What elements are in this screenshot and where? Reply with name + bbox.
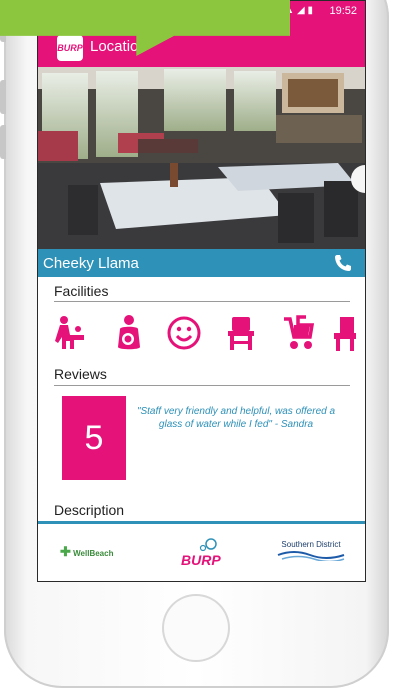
app-logo[interactable]: BURP [57, 35, 83, 61]
venue-name: Cheeky Llama [43, 255, 139, 272]
burp-footer-logo: BURP [181, 538, 221, 568]
southern-district-logo: Southern District [276, 540, 346, 561]
stroller-icon [284, 315, 314, 349]
smiley-icon [167, 316, 201, 350]
seat-icon [334, 317, 356, 351]
volume-up-button [0, 80, 6, 114]
review-score: 5 [62, 396, 126, 480]
venue-bar: Cheeky Llama [38, 249, 365, 277]
volume-down-button [0, 125, 6, 159]
wellbeach-logo-mark: ✚ [60, 544, 71, 559]
wellbeach-logo-text: WellBeach [73, 549, 114, 558]
highchair-icon [228, 317, 254, 350]
southern-district-wave-icon [277, 551, 345, 561]
reviews-divider [54, 385, 350, 386]
baby-changing-icon [55, 316, 84, 349]
facilities-heading: Facilities [54, 283, 109, 299]
facilities-divider [54, 301, 350, 302]
sponsor-footer: ✚ WellBeach BURP Southern District [38, 521, 365, 581]
home-button[interactable] [162, 594, 230, 662]
breastfeeding-icon [118, 315, 140, 350]
southern-district-text: Southern District [281, 540, 341, 549]
wellbeach-logo: ✚ WellBeach [60, 544, 113, 560]
burp-bubble-icon [199, 538, 217, 552]
review-quote: "Staff very friendly and helpful, was of… [136, 406, 336, 430]
venue-photo [38, 67, 365, 249]
burp-footer-text: BURP [181, 552, 221, 568]
description-heading: Description [54, 502, 125, 518]
status-time: 19:52 [329, 5, 357, 17]
app-screen: ▪ ▪ ▪ ▲ ◢ ▮ 19:52 BURP Location [37, 0, 366, 582]
phone-call-icon[interactable] [333, 253, 353, 273]
reviews-heading: Reviews [54, 366, 107, 382]
